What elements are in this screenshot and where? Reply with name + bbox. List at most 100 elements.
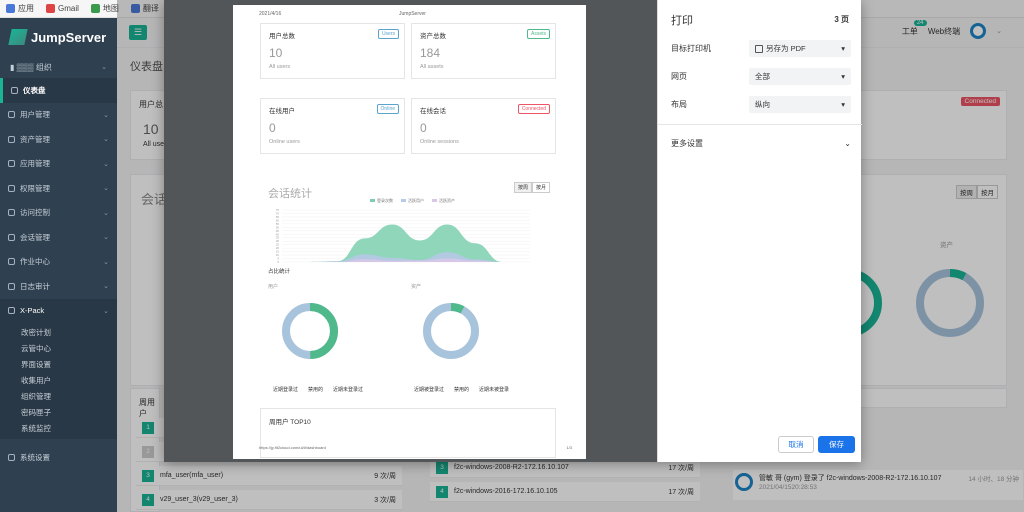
menu-icon [8,111,15,119]
sidebar-item-settings[interactable]: 系统设置 [0,445,117,470]
jumpserver-logo-icon [8,29,28,45]
bookmark-gmail[interactable]: Gmail [46,4,79,13]
preview-page: 2021/4/16 JumpServer 用户总数 Users 10 All user… [233,5,586,459]
card-sub: Online sessions [420,139,459,145]
sidebar-item-5[interactable]: 访问控制 ⌄ [0,201,117,226]
legend-item: 登录次数 [370,198,393,204]
card-title: 用户总数 [269,33,295,40]
preview-session-title: 会话统计 [268,188,312,200]
more-settings-toggle[interactable]: 更多设置 ⌄ [671,138,851,149]
app-logo: JumpServer [0,18,117,56]
menu-icon [8,258,15,266]
preview-top10-card: 周用户 TOP10 [260,408,556,458]
preview-page-number: 1/3 [566,445,572,450]
sidebar-item-xpack[interactable]: X-Pack ⌄ [0,298,117,323]
chevron-icon: ⌄ [103,185,109,193]
menu-icon [8,135,15,143]
sidebar-item-3[interactable]: 应用管理 ⌄ [0,152,117,177]
session-area-chart: 757065605550454035302520151050 [276,208,530,264]
chevron-icon: ⌄ [103,160,109,168]
xpack-sub-item[interactable]: 密码匣子 [0,405,117,421]
dropdown-arrow-icon: ▾ [841,72,845,81]
card-number: 0 [420,121,427,135]
org-selector[interactable]: ▮ ▒▒▒ 组织 ⌄ [0,56,117,78]
preview-users-label: 用户 [268,284,279,290]
xpack-sub-item[interactable]: 系统监控 [0,421,117,437]
chevron-icon: ⌄ [103,136,109,144]
preview-month-toggle: 按月 [531,182,550,193]
xpack-sub-item[interactable]: 组织管理 [0,389,117,405]
legend-item: 禁用的 [454,387,470,393]
card-number: 0 [269,121,276,135]
chevron-down-icon: ⌄ [101,64,107,71]
preview-card: 用户总数 Users 10 All users [260,23,405,79]
chevron-down-icon: ⌄ [844,139,851,148]
chevron-icon: ⌄ [103,234,109,242]
destination-label: 目标打印机 [671,44,711,53]
preview-card: 在线会话 Connected 0 Online sessions [411,98,556,154]
legend-item: 活跃用户 [401,198,424,204]
legend-item: 禁用的 [308,387,324,393]
sidebar-item-6[interactable]: 会话管理 ⌄ [0,225,117,250]
pages-label: 网页 [671,72,687,81]
card-sub: All assets [420,64,444,70]
sidebar-item-7[interactable]: 作业中心 ⌄ [0,250,117,275]
sidebar-item-8[interactable]: 日志审计 ⌄ [0,274,117,299]
apps-icon [6,4,15,13]
card-label: Assets [526,29,550,39]
xpack-sub-item[interactable]: 收集用户 [0,373,117,389]
preview-ratio-title: 占比统计 [268,269,291,275]
card-title: 在线用户 [269,108,295,115]
card-title: 在线会话 [420,108,446,115]
chevron-icon: ⌄ [103,209,109,217]
menu-icon [8,282,15,290]
maps-icon [90,4,100,13]
sidebar-item-1[interactable]: 用户管理 ⌄ [0,103,117,128]
card-label: Online [376,104,399,114]
xpack-sub-item[interactable]: 界面设置 [0,357,117,373]
preview-assets-label: 资产 [411,284,422,290]
xpack-sub-item[interactable]: 云管中心 [0,341,117,357]
print-page-count: 3 页 [834,15,849,24]
preview-top10-title: 周用户 TOP10 [269,419,311,426]
preview-session-chart: 会话统计 按周 按月 登录次数 活跃用户 活跃资产 75 70 65 60 55 50 45 40… [260,170,554,265]
save-button[interactable]: 保存 [818,436,855,453]
layout-select[interactable]: 纵向 ▾ [749,96,851,113]
preview-card: 资产总数 Assets 184 All assets [411,23,556,79]
preview-card: 在线用户 Online 0 Online users [260,98,405,154]
legend-item: 活跃资产 [432,198,455,204]
destination-select[interactable]: 另存为 PDF ▾ [749,40,851,57]
card-title: 资产总数 [420,33,446,40]
xpack-icon [8,307,15,315]
chevron-icon: ⌄ [103,307,109,315]
sidebar: JumpServer ▮ ▒▒▒ 组织 ⌄ 仪表盘 用户管理 ⌄ 资产管理 ⌄ 应用管理 ⌄ 权… [0,18,117,512]
cancel-button[interactable]: 取消 [778,436,814,453]
preview-week-toggle: 按周 [513,182,532,193]
print-dialog: 2021/4/16 JumpServer 用户总数 Users 10 All user… [164,0,862,462]
dropdown-arrow-icon: ▾ [841,44,845,53]
xpack-submenu: 改密计划 云管中心 界面设置 收集用户 组织管理 密码匣子 系统监控 [0,323,117,439]
menu-icon [8,233,15,241]
gmail-icon [46,4,55,13]
print-settings-panel: 打印 3 页 目标打印机 另存为 PDF ▾ 网页 全部 ▾ 布局 纵向 ▾ 更多设置… [657,0,862,462]
sidebar-item-2[interactable]: 资产管理 ⌄ [0,127,117,152]
sidebar-item-0[interactable]: 仪表盘 [0,78,117,103]
sidebar-item-4[interactable]: 权限管理 ⌄ [0,176,117,201]
legend-item: 近期未登录过 [333,387,364,393]
legend-item: 近期被登录过 [414,387,445,393]
bookmark-maps[interactable]: 地图 [90,3,119,14]
preview-users-legend: 近期登录过 禁用的 近期未登录过 [273,386,363,393]
preview-date: 2021/4/16 [259,11,282,17]
card-sub: All users [269,64,291,70]
bookmark-apps[interactable]: 应用 [6,3,34,14]
print-preview: 2021/4/16 JumpServer 用户总数 Users 10 All user… [164,0,657,462]
layout-label: 布局 [671,100,687,109]
preview-legend: 登录次数 活跃用户 活跃资产 [370,198,455,204]
menu-icon [11,86,18,94]
chevron-icon: ⌄ [103,111,109,119]
pages-select[interactable]: 全部 ▾ [749,68,851,85]
card-label: Users [377,29,399,39]
org-icon: ▮ ▒▒▒ [10,62,34,72]
xpack-sub-item[interactable]: 改密计划 [0,325,117,341]
card-number: 184 [420,46,441,60]
